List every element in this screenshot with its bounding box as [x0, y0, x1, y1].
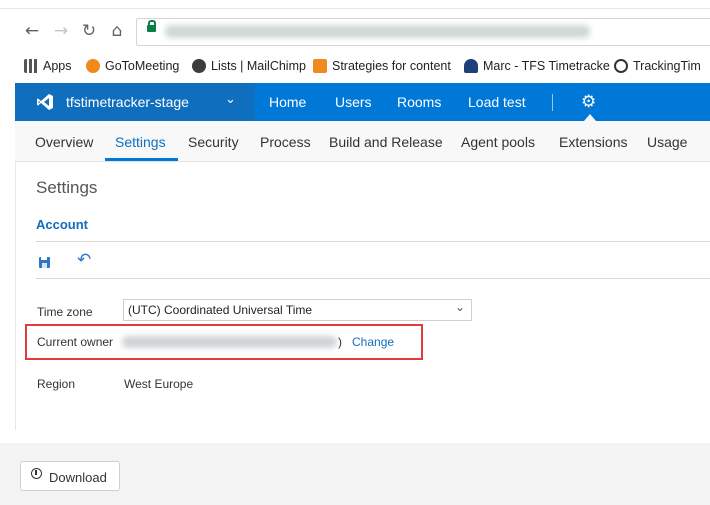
owner-redacted: [122, 336, 337, 348]
back-arrow-icon[interactable]: ←: [21, 20, 43, 42]
lock-icon: [147, 20, 156, 32]
bookmark-label: TrackingTim: [633, 59, 701, 73]
divider: [36, 241, 710, 242]
change-owner-link[interactable]: Change: [352, 335, 394, 349]
reload-icon[interactable]: ↻: [78, 20, 100, 42]
save-icon[interactable]: [39, 257, 50, 268]
account-name: tfstimetracker-stage: [66, 94, 189, 110]
bookmark-label: Lists | MailChimp: [211, 59, 306, 73]
tab-usage[interactable]: Usage: [647, 134, 687, 150]
undo-icon[interactable]: ↶: [77, 250, 91, 270]
owner-suffix: ): [338, 335, 342, 349]
account-switcher[interactable]: tfstimetracker-stage ⌄: [15, 83, 255, 121]
tab-extensions[interactable]: Extensions: [559, 134, 627, 150]
bookmark-label: Marc - TFS Timetracke: [483, 59, 610, 73]
nav-divider: [552, 94, 553, 111]
bookmarks-bar: Apps GoToMeeting Lists | MailChimp Strat…: [0, 56, 710, 78]
tab-agent-pools[interactable]: Agent pools: [461, 134, 535, 150]
bookmark-apps[interactable]: Apps: [24, 59, 72, 73]
tab-security[interactable]: Security: [188, 134, 239, 150]
top-navigation: tfstimetracker-stage ⌄ Home Users Rooms …: [15, 83, 710, 121]
home-icon[interactable]: ⌂: [106, 20, 128, 42]
bookmark-gotomeeting[interactable]: GoToMeeting: [86, 59, 179, 73]
bookmark-strategies[interactable]: Strategies for content: [313, 59, 451, 73]
download-label: Download: [49, 470, 107, 485]
vs-logo-icon: [37, 94, 53, 110]
url-redacted: [165, 25, 590, 38]
mailchimp-icon: [192, 59, 206, 73]
stopwatch-icon: [614, 59, 628, 73]
orange-square-icon: [313, 59, 327, 73]
bookmark-label: Strategies for content: [332, 59, 451, 73]
chevron-down-icon: ⌄: [454, 300, 465, 314]
bookmark-label: GoToMeeting: [105, 59, 180, 73]
gotomeeting-icon: [86, 59, 100, 73]
divider: [36, 278, 710, 279]
tab-overview[interactable]: Overview: [35, 134, 93, 150]
screenshot-area: ← → ↻ ⌂ Apps GoToMeeting Lists | MailChi…: [0, 0, 710, 443]
tab-build-and-release[interactable]: Build and Release: [329, 134, 443, 150]
region-label: Region: [37, 377, 76, 391]
current-owner-label: Current owner: [37, 335, 114, 349]
settings-tabbar: Overview Settings Security Process Build…: [15, 121, 710, 162]
gear-icon[interactable]: ⚙: [581, 92, 596, 112]
forward-arrow-icon[interactable]: →: [50, 20, 72, 42]
address-bar[interactable]: [136, 18, 710, 46]
download-icon: [31, 468, 42, 479]
apps-grid-icon: [24, 59, 38, 73]
nav-load-test[interactable]: Load test: [468, 94, 526, 110]
active-tab-underline: [105, 158, 178, 161]
bookmark-trackingtime[interactable]: TrackingTim: [614, 59, 701, 73]
tab-settings[interactable]: Settings: [115, 134, 166, 150]
time-zone-select[interactable]: (UTC) Coordinated Universal Time ⌄: [123, 299, 472, 321]
time-zone-value: (UTC) Coordinated Universal Time: [128, 303, 313, 317]
nav-rooms[interactable]: Rooms: [397, 94, 441, 110]
settings-content: Settings Account ↶ Time zone (UTC) Coord…: [15, 162, 710, 430]
bookmark-tfs-timetracker[interactable]: Marc - TFS Timetracke: [464, 59, 610, 73]
nav-home[interactable]: Home: [269, 94, 306, 110]
download-button[interactable]: Download: [20, 461, 120, 491]
person-icon: [464, 59, 478, 73]
time-zone-label: Time zone: [37, 305, 93, 319]
region-value: West Europe: [124, 377, 194, 391]
bookmark-label: Apps: [43, 59, 72, 73]
chevron-down-icon[interactable]: ⌄: [225, 92, 236, 107]
bookmark-mailchimp[interactable]: Lists | MailChimp: [192, 59, 306, 73]
tab-process[interactable]: Process: [260, 134, 311, 150]
section-account[interactable]: Account: [36, 217, 88, 232]
nav-users[interactable]: Users: [335, 94, 372, 110]
page-title: Settings: [36, 178, 98, 197]
active-indicator: [584, 114, 596, 121]
